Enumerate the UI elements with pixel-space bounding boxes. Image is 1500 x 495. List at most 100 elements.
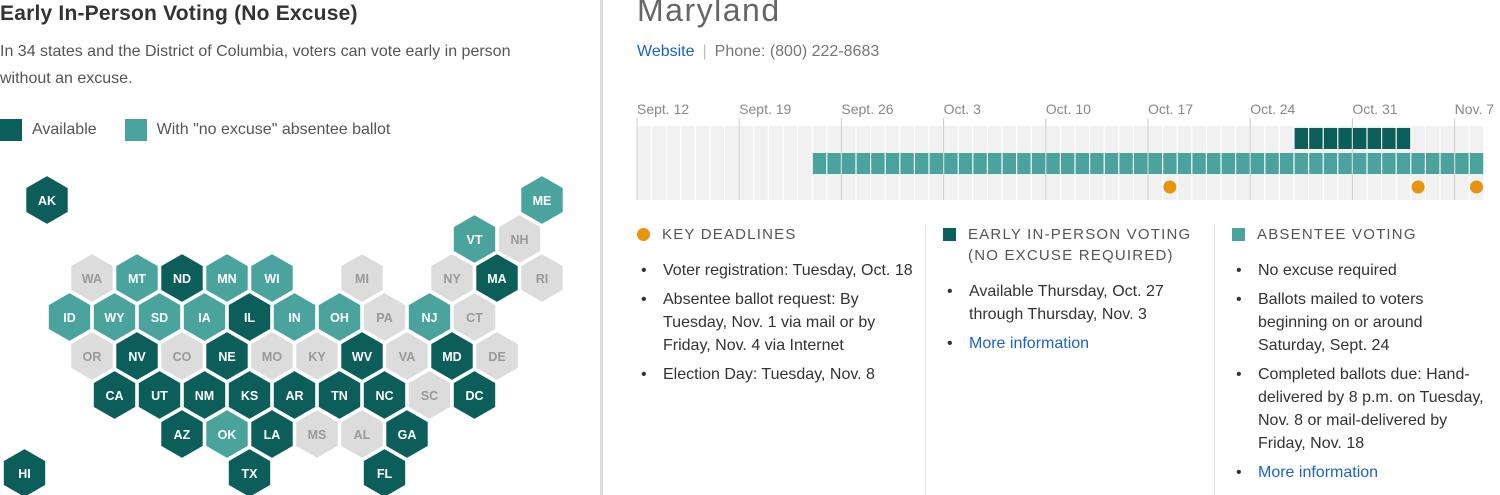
state-hex-label: NH xyxy=(510,233,528,247)
early-voting-heading: Early In-Person Voting (No Excuse Requir… xyxy=(943,224,1205,266)
absentee-day-cell xyxy=(827,153,841,174)
deadline-dot xyxy=(1470,180,1483,194)
absentee-day-cell xyxy=(1163,153,1177,174)
map-legend: Available With "no excuse" absentee ball… xyxy=(0,118,418,142)
early-voting-title: Early In-Person Voting (No Excuse Requir… xyxy=(968,226,1192,264)
key-deadlines-list: Voter registration: Tuesday, Oct. 18 Abs… xyxy=(637,259,917,386)
absentee-more-info-link[interactable]: More information xyxy=(1258,464,1378,481)
state-hex-label: ID xyxy=(63,311,76,325)
absentee-day-cell xyxy=(900,153,914,174)
map-title: Early In-Person Voting (No Excuse) xyxy=(0,2,358,25)
contact-line: Website | Phone: (800) 222-8683 xyxy=(637,43,879,61)
early-voting-more-info-link[interactable]: More information xyxy=(969,335,1089,352)
state-hex-label: FL xyxy=(377,467,393,481)
state-hex-label: VT xyxy=(467,233,483,247)
key-deadlines-title: Key Deadlines xyxy=(662,226,797,243)
state-hex-label: MT xyxy=(128,272,146,286)
voting-timeline: Sept. 12 Sept. 19 Sept. 26 Oct. 3 Oct. 10 Oct… xyxy=(636,101,1494,200)
state-hex-label: TN xyxy=(331,389,348,403)
state-hex-label: NJ xyxy=(422,311,438,325)
absentee-day-cell xyxy=(944,153,958,174)
early-voting-column: Early In-Person Voting (No Excuse Requir… xyxy=(943,224,1205,361)
state-hex-label: NY xyxy=(443,272,461,286)
absentee-day-cell xyxy=(1294,153,1308,174)
absentee-day-cell xyxy=(1207,153,1221,174)
list-item: Available Thursday, Oct. 27 through Thur… xyxy=(943,280,1205,326)
timeline-tick-label: Sept. 26 xyxy=(841,101,893,117)
legend-swatch-available xyxy=(0,119,22,141)
absentee-day-cell xyxy=(1411,153,1425,174)
absentee-day-cell xyxy=(1250,153,1265,174)
early-voting-day-cell xyxy=(1396,128,1411,149)
key-deadlines-heading: Key Deadlines xyxy=(637,224,917,245)
phone-text: Phone: (800) 222-8683 xyxy=(714,43,880,60)
state-hex-label: TX xyxy=(242,467,259,481)
timeline-tick-label: Oct. 24 xyxy=(1250,101,1295,117)
state-hex-label: MO xyxy=(262,350,282,364)
list-item: Absentee ballot request: By Tuesday, Nov… xyxy=(637,288,917,357)
absentee-day-cell xyxy=(1148,153,1162,174)
absentee-day-cell xyxy=(1134,153,1148,174)
state-hex-hi[interactable]: HI xyxy=(1,446,48,495)
map-description: In 34 states and the District of Columbi… xyxy=(0,43,511,87)
state-hex-label: CO xyxy=(173,350,192,364)
state-hex-label: SC xyxy=(421,389,438,403)
legend-label-available: Available xyxy=(32,121,97,138)
absentee-day-cell xyxy=(929,153,943,174)
absentee-day-cell xyxy=(1017,153,1031,174)
website-link[interactable]: Website xyxy=(637,43,695,60)
state-hex-label: WI xyxy=(264,272,279,286)
absentee-day-cell xyxy=(1221,153,1235,174)
state-hex-label: RI xyxy=(536,272,549,286)
early-voting-day-cell xyxy=(1382,128,1396,149)
absentee-day-cell xyxy=(1061,153,1075,174)
list-item: Ballots mailed to voters beginning on or… xyxy=(1232,288,1494,357)
contact-separator: | xyxy=(702,43,707,60)
state-hex-label: MA xyxy=(487,272,506,286)
state-hex-label: DE xyxy=(488,350,505,364)
early-voting-square-icon xyxy=(943,228,956,241)
early-voting-day-cell xyxy=(1338,128,1352,149)
list-item: No excuse required xyxy=(1232,259,1494,282)
legend-swatch-absentee xyxy=(124,119,147,141)
early-voting-day-cell xyxy=(1294,128,1308,149)
absentee-day-cell xyxy=(1192,153,1206,174)
timeline-tick-label: Sept. 19 xyxy=(739,101,791,117)
key-deadlines-column: Key Deadlines Voter registration: Tuesda… xyxy=(637,224,917,392)
absentee-day-cell xyxy=(1440,153,1454,174)
state-hex-label: AK xyxy=(38,194,56,208)
state-hex-label: CT xyxy=(466,311,483,325)
absentee-day-cell xyxy=(1280,153,1294,174)
state-hex-label: AR xyxy=(285,389,303,403)
absentee-square-icon xyxy=(1232,228,1245,241)
state-hex-ak[interactable]: AK xyxy=(24,173,70,227)
map-panel: Early In-Person Voting (No Excuse) In 34… xyxy=(0,0,600,495)
absentee-day-cell xyxy=(1323,153,1338,174)
list-item: Voter registration: Tuesday, Oct. 18 xyxy=(637,259,917,282)
absentee-day-cell xyxy=(958,153,973,174)
deadline-dot xyxy=(1163,180,1177,194)
timeline-tick-label: Oct. 10 xyxy=(1046,101,1091,117)
absentee-day-cell xyxy=(1031,153,1046,174)
state-hex-label: SD xyxy=(151,311,168,325)
state-hex-label: MD xyxy=(442,350,461,364)
absentee-day-cell xyxy=(1309,153,1323,174)
absentee-day-cell xyxy=(1046,153,1060,174)
list-item: More information xyxy=(943,332,1205,355)
absentee-day-cell xyxy=(871,153,885,174)
absentee-day-cell xyxy=(915,153,929,174)
state-hex-label: LA xyxy=(264,428,281,442)
early-voting-day-cell xyxy=(1323,128,1338,149)
column-divider xyxy=(925,224,926,495)
state-hex-label: NM xyxy=(195,389,214,403)
state-hex-label: IN xyxy=(288,311,301,325)
state-hex-label: MN xyxy=(217,272,236,286)
state-hex-label: NC xyxy=(375,389,393,403)
absentee-day-cell xyxy=(1002,153,1016,174)
absentee-day-cell xyxy=(1119,153,1133,174)
early-voting-day-cell xyxy=(1353,128,1367,149)
absentee-day-cell xyxy=(1382,153,1396,174)
state-hex-label: GA xyxy=(398,428,417,442)
state-detail-panel: Maryland Website | Phone: (800) 222-8683 S… xyxy=(603,0,1500,495)
early-voting-list: Available Thursday, Oct. 27 through Thur… xyxy=(943,280,1205,355)
